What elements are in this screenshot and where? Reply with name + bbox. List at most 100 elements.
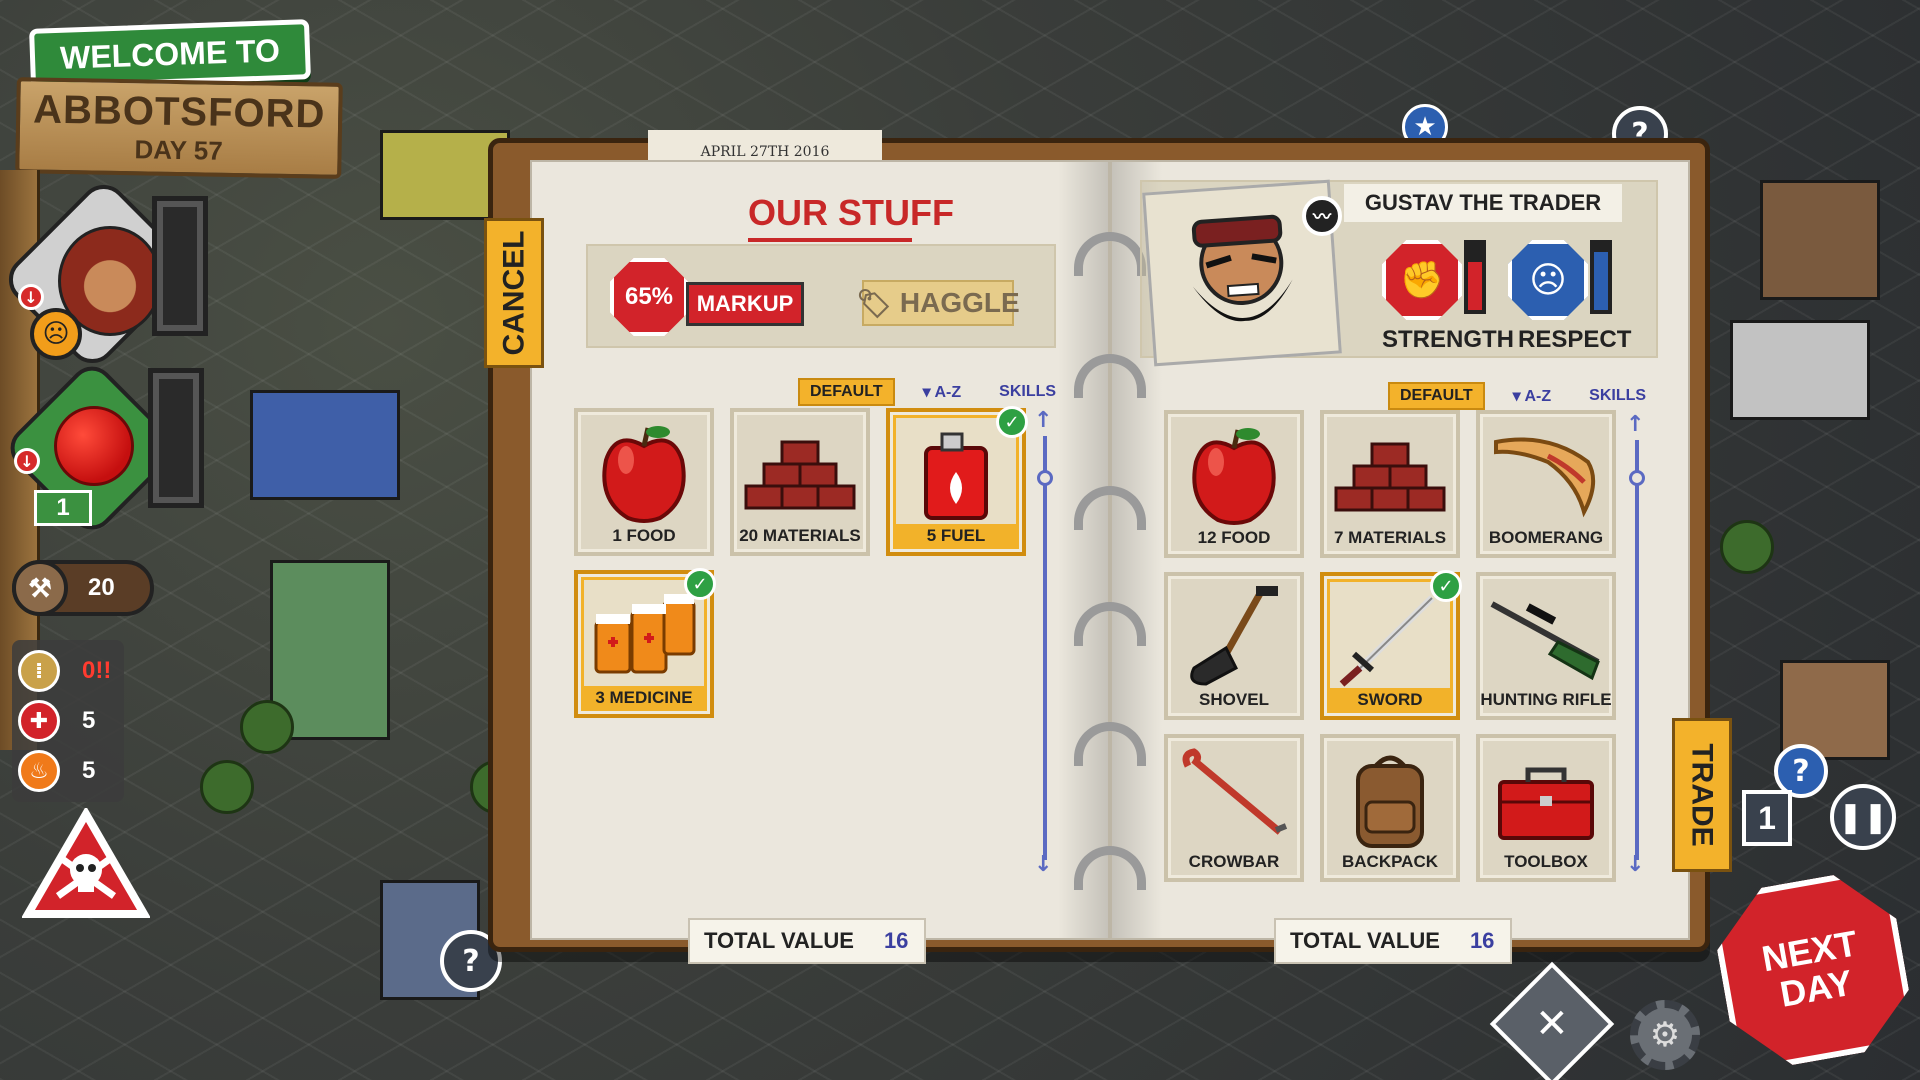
item-label: BACKPACK	[1341, 852, 1438, 871]
inventory-slot[interactable]: 3 MEDICINE ✓	[574, 568, 716, 718]
materials-counter[interactable]: ⚒ 20	[12, 560, 154, 616]
town-name: ABBOTSFORD	[32, 87, 326, 137]
close-icon: ✕	[1535, 1000, 1569, 1047]
right-scroll-thumb[interactable]	[1629, 470, 1645, 486]
our-stuff-heading: OUR STUFF	[748, 192, 954, 233]
resource-panel: ⁞ 0!! ✚ 5 ♨ 5	[12, 640, 124, 802]
inventory-slot[interactable]: 12 FOOD	[1164, 410, 1304, 558]
warning-arrow-icon: ↓	[14, 448, 40, 474]
boomerang-icon	[1488, 422, 1604, 526]
scroll-up-arrow[interactable]: ↑	[1034, 408, 1052, 433]
trader-total-value: TOTAL VALUE 16	[1274, 918, 1512, 964]
inventory-slot[interactable]: SWORD ✓	[1320, 570, 1462, 720]
trade-tab[interactable]: TRADE	[1672, 718, 1732, 872]
game-speed-indicator[interactable]: 1	[1742, 790, 1792, 846]
fuel-icon: ♨	[18, 750, 60, 792]
item-label: TOOLBOX	[1504, 852, 1588, 871]
right-scroll-track[interactable]	[1635, 440, 1639, 860]
item-label: 3 MEDICINE	[595, 688, 693, 707]
crowbar-icon	[1176, 746, 1292, 850]
inventory-slot[interactable]: 1 FOOD	[574, 408, 714, 556]
sword-icon	[1332, 584, 1448, 688]
cancel-tab[interactable]: CANCEL	[484, 218, 544, 368]
inventory-slot[interactable]: 20 MATERIALS	[730, 408, 870, 556]
item-label: SWORD	[1357, 690, 1423, 709]
right-sort-bar: DEFAULT ▾ A-Z SKILLS	[1388, 382, 1656, 410]
item-label: SHOVEL	[1199, 690, 1269, 709]
checkmark-icon: ✓	[996, 406, 1028, 438]
total-value-number: 16	[883, 928, 909, 953]
skull-danger-icon[interactable]	[22, 808, 150, 920]
inventory-slot[interactable]: 7 MATERIALS	[1320, 410, 1460, 558]
house	[1730, 320, 1870, 420]
town-plaque: ABBOTSFORD DAY 57	[15, 77, 343, 179]
inventory-slot[interactable]: HUNTING RIFLE	[1476, 572, 1616, 720]
survivor-status-meter	[152, 196, 208, 336]
item-label: 5 FUEL	[926, 526, 986, 545]
trader-name: GUSTAV THE TRADER	[1344, 184, 1622, 222]
scroll-down-arrow[interactable]: ↓	[1626, 852, 1644, 877]
respect-label: RESPECT	[1518, 326, 1632, 353]
trade-tab-label: TRADE	[1686, 743, 1719, 847]
inventory-slot[interactable]: BOOMERANG	[1476, 410, 1616, 558]
apple-icon	[54, 406, 134, 486]
left-sort-bar: DEFAULT ▾ A-Z SKILLS	[798, 378, 1066, 406]
markup-label: MARKUP	[686, 282, 804, 326]
item-label: CROWBAR	[1188, 852, 1280, 871]
medicine-bottles-icon	[586, 582, 702, 686]
left-scroll-track[interactable]	[1043, 436, 1047, 860]
tree	[240, 700, 294, 754]
checkmark-icon: ✓	[1430, 570, 1462, 602]
gear-icon[interactable]: ⚙	[1630, 1000, 1700, 1070]
total-value-label: TOTAL VALUE	[1290, 928, 1440, 953]
respect-face-icon: ☹	[1508, 240, 1588, 320]
bricks-icon	[1332, 422, 1448, 526]
haggle-button[interactable]: 🏷 HAGGLE	[856, 280, 1020, 326]
sort-skills-button[interactable]: SKILLS	[1579, 384, 1656, 408]
sort-az-button[interactable]: ▾ A-Z	[1503, 383, 1562, 409]
medicine-icon: ✚	[18, 700, 60, 742]
markup-percent: 65%	[610, 258, 688, 336]
inventory-slot[interactable]: 5 FUEL ✓	[886, 406, 1028, 556]
tree	[200, 760, 254, 814]
medicine-count: 5	[82, 707, 96, 734]
inventory-slot[interactable]: CROWBAR	[1164, 734, 1304, 882]
pause-icon[interactable]: ❚❚	[1830, 784, 1896, 850]
town-sign: WELCOME TO ABBOTSFORD DAY 57	[12, 14, 343, 179]
sort-az-button[interactable]: ▾ A-Z	[913, 379, 972, 405]
respect-meter	[1590, 240, 1612, 314]
food-status-meter	[148, 368, 204, 508]
tag-icon: 🏷	[856, 287, 892, 319]
fuel-can-icon	[898, 420, 1014, 524]
trader-avatar	[1191, 214, 1293, 322]
inventory-slot[interactable]: BACKPACK	[1320, 734, 1460, 882]
left-scroll-thumb[interactable]	[1037, 470, 1053, 486]
scroll-down-arrow[interactable]: ↓	[1034, 852, 1052, 877]
unhappy-mood-icon[interactable]: ☹	[30, 308, 82, 360]
total-value-number: 16	[1469, 928, 1495, 953]
toolbox-icon	[1488, 746, 1604, 850]
police-station	[250, 390, 400, 500]
item-label: BOOMERANG	[1488, 528, 1604, 547]
our-items-grid: 1 FOOD 20 MATERIALS 5 FUEL ✓ 3 MEDICINE ✓	[574, 406, 1028, 718]
item-label: 1 FOOD	[612, 526, 676, 545]
food-count: 1	[34, 490, 92, 526]
apple-icon	[1176, 422, 1292, 526]
shovel-icon	[1176, 584, 1292, 688]
item-label: HUNTING RIFLE	[1480, 690, 1612, 709]
mustache-icon: 〰	[1302, 196, 1342, 236]
item-label: 12 FOOD	[1197, 528, 1271, 547]
hammer-icon: ⚒	[12, 560, 68, 616]
inventory-slot[interactable]: SHOVEL	[1164, 572, 1304, 720]
total-value-label: TOTAL VALUE	[704, 928, 854, 953]
haggle-label: HAGGLE	[899, 287, 1020, 318]
cancel-tab-label: CANCEL	[497, 230, 530, 356]
scroll-up-arrow[interactable]: ↑	[1626, 412, 1644, 437]
sort-default-button[interactable]: DEFAULT	[1388, 382, 1485, 410]
ammo-count: 0!!	[82, 657, 112, 684]
sort-skills-button[interactable]: SKILLS	[989, 380, 1066, 404]
inventory-slot[interactable]: TOOLBOX	[1476, 734, 1616, 882]
day-counter: DAY 57	[134, 134, 223, 166]
sort-default-button[interactable]: DEFAULT	[798, 378, 895, 406]
checkmark-icon: ✓	[684, 568, 716, 600]
